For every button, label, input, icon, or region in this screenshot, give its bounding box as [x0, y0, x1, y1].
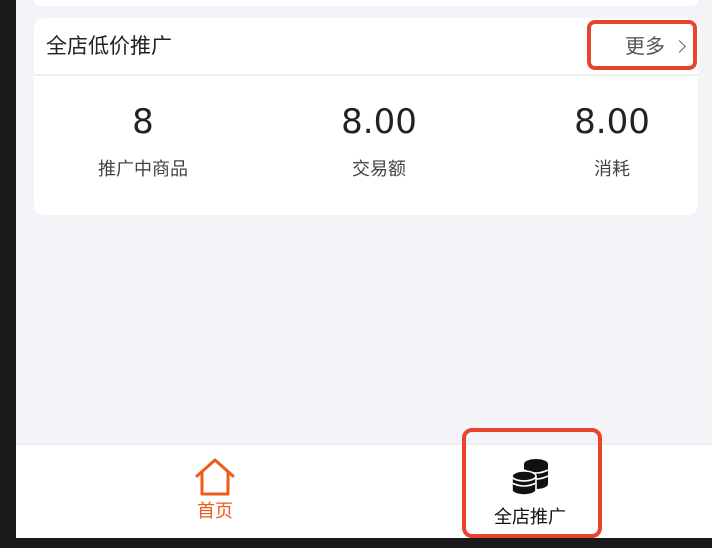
- tab-home-label: 首页: [197, 501, 233, 522]
- tab-home[interactable]: 首页: [115, 445, 315, 539]
- store-promotion-tab-highlight-box: [462, 428, 602, 538]
- stat-consumption[interactable]: 8.00 消耗: [512, 100, 712, 182]
- stat-transaction-amount[interactable]: 8.00 交易额: [279, 100, 479, 182]
- bottom-edge: [0, 538, 712, 548]
- stats-row: 8 推广中商品 8.00 交易额 8.00 消耗: [34, 100, 698, 190]
- stat-label: 推广中商品: [98, 159, 188, 180]
- stat-value: 8.00: [341, 102, 417, 142]
- stat-value: 8.00: [574, 102, 650, 142]
- card-title: 全店低价推广: [46, 34, 172, 58]
- stat-label: 消耗: [594, 159, 630, 180]
- card-divider: [34, 74, 698, 76]
- bottom-tab-bar: 首页 全店推广: [16, 444, 712, 539]
- more-link-highlight-box: [587, 20, 697, 70]
- stat-promoted-products[interactable]: 8 推广中商品: [43, 100, 243, 182]
- previous-card: [34, 0, 698, 6]
- stat-label: 交易额: [352, 159, 406, 180]
- home-icon: [195, 458, 235, 496]
- stat-value: 8: [132, 102, 154, 142]
